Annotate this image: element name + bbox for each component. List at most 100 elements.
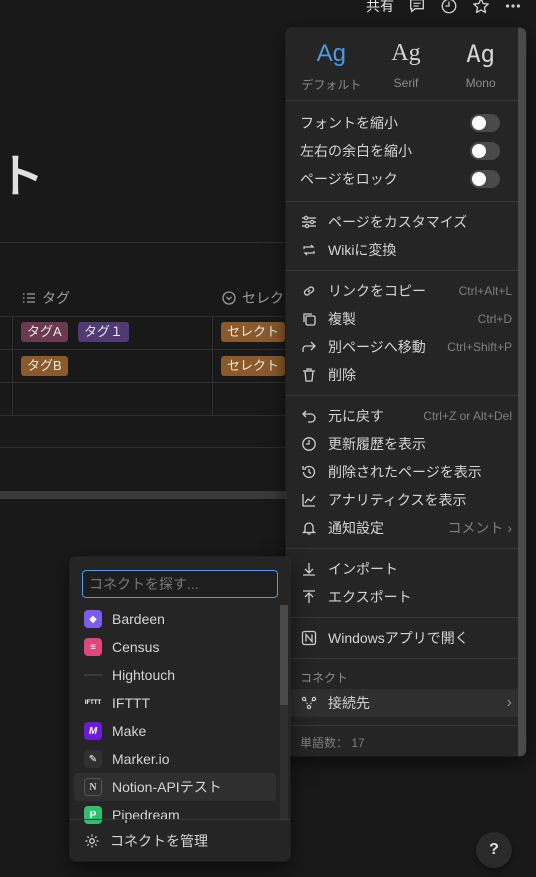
select-chip[interactable]: セレクト [221,322,286,342]
menu-item-label: Wikiに変換 [328,242,397,258]
clock-icon [300,435,318,453]
menu-item-label: 通知設定 [328,520,384,536]
menu-item-export[interactable]: エクスポート [286,583,526,611]
topbar: 共有 [366,0,536,16]
hightouch-logo-icon [84,666,102,684]
tag-chip[interactable]: タグA [21,322,68,342]
star-icon[interactable] [472,0,490,15]
shortcut-hint: Ctrl+Shift+P [447,340,512,354]
menu-item-undo[interactable]: 元に戻す Ctrl+Z or Alt+Del [286,402,526,430]
bardeen-logo-icon: ◆ [84,610,102,628]
share-button[interactable]: 共有 [366,0,394,16]
menu-item-label: アナリティクスを表示 [328,492,467,508]
more-icon[interactable] [504,0,522,15]
font-label: Mono [465,76,496,90]
column-header-tags[interactable]: タグ [22,288,70,308]
submenu-scrollbar[interactable] [280,605,288,819]
column-header-label: タグ [42,290,70,306]
shortcut-hint: Ctrl+Alt+L [458,284,512,298]
toggle-switch[interactable] [470,170,500,188]
table-row-divider [0,316,290,317]
tag-chip[interactable]: タグB [21,356,68,376]
menu-item-label: インポート [328,561,398,577]
link-icon [300,282,318,300]
menu-item-page-history[interactable]: 更新履歴を表示 [286,430,526,458]
menu-item-customize-page[interactable]: ページをカスタマイズ [286,208,526,236]
menu-item-label: リンクをコピー [328,283,426,299]
connect-item-ifttt[interactable]: IFTTT IFTTT [74,689,276,717]
make-logo-icon: M [84,722,102,740]
connect-item-label: Marker.io [112,751,170,767]
scrollbar-thumb[interactable] [280,605,288,705]
toggle-full-width[interactable]: 左右の余白を縮小 [286,137,526,165]
chevron-right-icon: › [507,520,512,536]
menu-scrollbar[interactable] [518,28,526,756]
toggle-lock-page[interactable]: ページをロック [286,165,526,193]
column-divider [212,316,213,415]
tag-chip[interactable]: タグ１ [78,322,130,342]
connect-item-make[interactable]: M Make [74,717,276,745]
convert-arrows-icon [300,241,318,259]
connect-item-marker-io[interactable]: ✎ Marker.io [74,745,276,773]
menu-item-delete[interactable]: 削除 [286,361,526,389]
connections-submenu: ◆ Bardeen ≡ Census Hightouch IFTTT IFTTT MM… [70,557,290,861]
scrollbar-thumb[interactable] [518,28,526,756]
shortcut-hint: Ctrl+D [477,312,512,326]
menu-item-notifications[interactable]: 通知設定 コメント › [286,514,526,542]
menu-item-label: 接続先 [328,695,370,711]
manage-connections-button[interactable]: コネクトを管理 [70,819,290,861]
font-selector: Ag デフォルト Ag Serif Ag Mono [286,28,526,100]
connect-item-label: IFTTT [112,695,151,711]
menu-item-label: 削除 [328,367,356,383]
menu-item-label: 左右の余白を縮小 [300,143,412,159]
font-sample: Ag [316,40,346,67]
select-icon [222,291,236,305]
menu-item-open-in-app[interactable]: Windowsアプリで開く [286,624,526,652]
menu-item-label: エクスポート [328,589,412,605]
menu-item-label: フォントを縮小 [300,115,398,131]
menu-item-label: ページをカスタマイズ [328,214,468,230]
font-option-mono[interactable]: Ag Mono [448,40,514,100]
toggle-small-text[interactable]: フォントを縮小 [286,109,526,137]
font-label: デフォルト [301,78,362,92]
connect-item-label: Census [112,639,160,655]
connect-item-notion-api[interactable]: N Notion-APIテスト [74,773,276,801]
connect-search-input[interactable] [82,570,278,598]
column-divider [12,316,13,415]
menu-item-deleted-pages[interactable]: 削除されたページを表示 [286,458,526,486]
horizontal-scrollbar[interactable] [0,491,290,499]
menu-item-move-to[interactable]: 別ページへ移動 Ctrl+Shift+P [286,333,526,361]
font-option-default[interactable]: Ag デフォルト [298,40,364,100]
word-count: 単語数： 17 [300,736,365,750]
menu-item-convert-wiki[interactable]: Wikiに変換 [286,236,526,264]
menu-item-duplicate[interactable]: 複製 Ctrl+D [286,305,526,333]
menu-item-label: Windowsアプリで開く [328,630,469,646]
help-button[interactable]: ? [476,832,512,868]
notion-n-logo-icon: N [84,778,102,796]
column-header-select[interactable]: セレク [222,288,284,308]
connect-list: ◆ Bardeen ≡ Census Hightouch IFTTT IFTTT MM… [74,605,276,829]
column-header-label: セレク [242,290,284,306]
menu-item-import[interactable]: インポート [286,555,526,583]
menu-item-label: 別ページへ移動 [328,339,426,355]
connect-item-bardeen[interactable]: ◆ Bardeen [74,605,276,633]
table-row-divider [0,447,290,448]
import-arrow-icon [300,560,318,578]
table-row-divider [0,415,290,416]
font-option-serif[interactable]: Ag Serif [373,40,439,100]
select-chip[interactable]: セレクト [221,356,286,376]
toggle-switch[interactable] [470,142,500,160]
undo-icon [300,407,318,425]
history-clock-icon[interactable] [440,0,458,15]
notion-logo-icon [300,629,318,647]
comment-icon[interactable] [408,0,426,15]
toggle-switch[interactable] [470,114,500,132]
connect-item-hightouch[interactable]: Hightouch [74,661,276,689]
page-options-menu: Ag デフォルト Ag Serif Ag Mono フォントを縮小 左右の余白を… [286,28,526,756]
menu-item-connections[interactable]: 接続先 › [290,689,522,717]
menu-item-copy-link[interactable]: リンクをコピー Ctrl+Alt+L [286,277,526,305]
menu-item-analytics[interactable]: アナリティクスを表示 [286,486,526,514]
connect-item-census[interactable]: ≡ Census [74,633,276,661]
duplicate-icon [300,310,318,328]
trash-icon [300,366,318,384]
